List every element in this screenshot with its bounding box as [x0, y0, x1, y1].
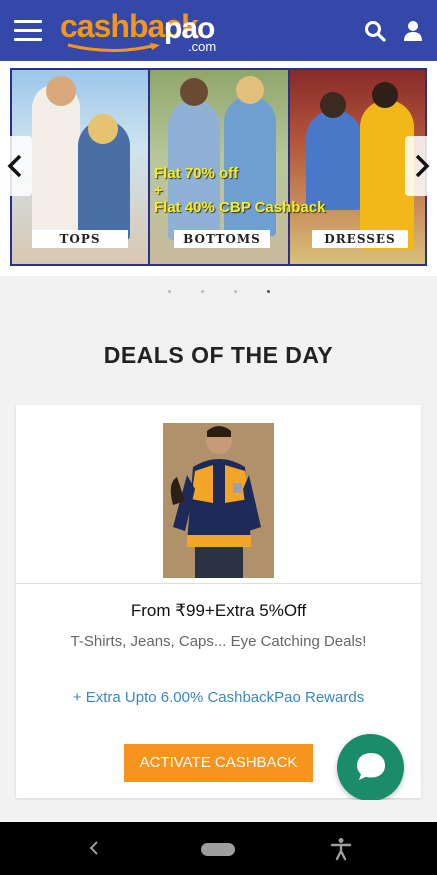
tshirt-model-image: [163, 423, 274, 578]
banner-prev-button[interactable]: [0, 136, 32, 196]
card-divider: [16, 583, 421, 584]
promo-banner: TOPS BOTTOMS DRESSES Flat 70% off + Flat…: [0, 61, 437, 276]
promo-line-3: Flat 40% CBP Cashback: [154, 199, 326, 216]
accessibility-icon[interactable]: [330, 837, 352, 861]
deal-reward-link[interactable]: + Extra Upto 6.00% CashbackPao Rewards: [16, 689, 421, 706]
promo-line-1: Flat 70% off: [154, 165, 239, 182]
chevron-left-icon: [7, 154, 22, 178]
deal-description: T-Shirts, Jeans, Caps... Eye Catching De…: [70, 633, 367, 650]
banner-divider: [148, 70, 150, 264]
carousel-dot[interactable]: [201, 290, 204, 293]
carousel-indicators: [160, 290, 280, 296]
back-icon[interactable]: [86, 839, 102, 857]
activate-cashback-button[interactable]: ACTIVATE CASHBACK: [124, 744, 313, 782]
banner-label-bottoms: BOTTOMS: [174, 230, 270, 248]
carousel-dot[interactable]: [234, 290, 237, 293]
app-header: cashback pao .com: [0, 0, 437, 61]
chevron-right-icon: [415, 154, 430, 178]
chat-button[interactable]: [337, 734, 404, 801]
promo-line-2: +: [154, 182, 163, 199]
banner-promo-text: Flat 70% off + Flat 40% CBP Cashback: [154, 165, 325, 216]
menu-icon[interactable]: [14, 20, 42, 42]
banner-next-button[interactable]: [405, 136, 437, 196]
logo-com-text: .com: [188, 39, 217, 54]
chat-bubble-icon: [357, 753, 385, 780]
user-icon[interactable]: [402, 20, 424, 42]
page-bottom-spacer: [0, 800, 437, 822]
logo-swoosh-icon: [67, 43, 160, 52]
deal-title: From ₹99+Extra 5%Off: [130, 601, 307, 620]
android-nav-bar: [0, 822, 437, 875]
deals-of-the-day-heading: DEALS OF THE DAY: [103, 342, 334, 368]
banner-slide[interactable]: TOPS BOTTOMS DRESSES Flat 70% off + Flat…: [10, 68, 427, 266]
product-image[interactable]: [163, 423, 274, 578]
banner-label-dresses: DRESSES: [312, 230, 408, 248]
banner-label-tops: TOPS: [32, 230, 128, 248]
carousel-dot-active[interactable]: [267, 290, 270, 293]
cashbackpao-logo[interactable]: cashback pao .com: [60, 8, 220, 54]
home-pill-icon[interactable]: [201, 843, 235, 856]
search-icon[interactable]: [364, 20, 386, 42]
carousel-dot[interactable]: [168, 290, 171, 293]
